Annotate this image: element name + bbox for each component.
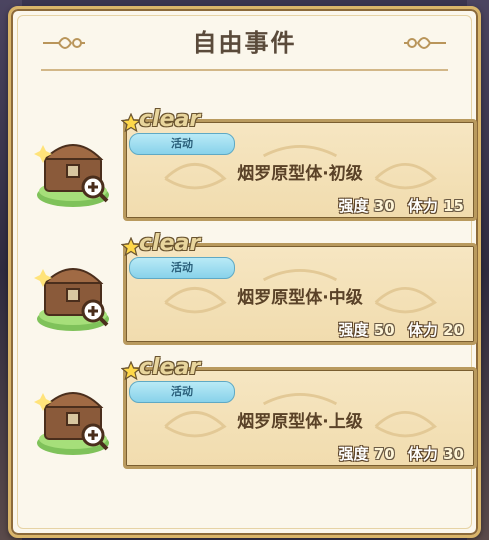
panel-title: 自由事件 bbox=[192, 29, 297, 57]
treasure-chest-icon bbox=[34, 392, 109, 455]
treasure-chest-icon bbox=[34, 144, 109, 207]
star-icon bbox=[121, 113, 141, 133]
event-stats: 强度 30 体力 15 bbox=[339, 195, 464, 216]
strength-value: 30 bbox=[373, 197, 395, 215]
star-icon bbox=[121, 361, 141, 381]
event-badge: 活动 bbox=[129, 257, 235, 279]
event-badge: 活动 bbox=[129, 133, 235, 155]
strength-value: 50 bbox=[373, 321, 395, 339]
free-events-panel: 自由事件 clear 活动 烟罗原型体·初级 强度 30 体力 15 clear… bbox=[8, 6, 481, 538]
stamina-value: 20 bbox=[443, 321, 464, 339]
clear-status: clear bbox=[139, 355, 201, 380]
strength-label: 强度 bbox=[338, 321, 369, 339]
event-stats: 强度 70 体力 30 bbox=[339, 443, 464, 464]
title-divider bbox=[41, 69, 448, 71]
event-item[interactable]: clear 活动 烟罗原型体·上级 强度 70 体力 30 bbox=[25, 355, 480, 469]
event-stats: 强度 50 体力 20 bbox=[339, 319, 464, 340]
clear-status: clear bbox=[139, 107, 201, 132]
stamina-label: 体力 bbox=[407, 321, 438, 339]
star-icon bbox=[121, 237, 141, 257]
event-item[interactable]: clear 活动 烟罗原型体·中级 强度 50 体力 20 bbox=[25, 231, 480, 345]
stamina-value: 30 bbox=[443, 445, 464, 463]
event-name: 烟罗原型体·上级 bbox=[237, 412, 363, 432]
treasure-chest-icon bbox=[34, 268, 109, 331]
clear-status: clear bbox=[139, 231, 201, 256]
strength-label: 强度 bbox=[338, 445, 369, 463]
strength-label: 强度 bbox=[338, 197, 369, 215]
event-item[interactable]: clear 活动 烟罗原型体·初级 强度 30 体力 15 bbox=[25, 107, 480, 221]
event-name: 烟罗原型体·初级 bbox=[237, 164, 363, 184]
event-badge: 活动 bbox=[129, 381, 235, 403]
flourish-ornament-icon bbox=[404, 37, 446, 49]
stamina-value: 15 bbox=[443, 197, 464, 215]
stamina-label: 体力 bbox=[407, 445, 438, 463]
stamina-label: 体力 bbox=[407, 197, 438, 215]
strength-value: 70 bbox=[373, 445, 395, 463]
event-name: 烟罗原型体·中级 bbox=[237, 288, 363, 308]
